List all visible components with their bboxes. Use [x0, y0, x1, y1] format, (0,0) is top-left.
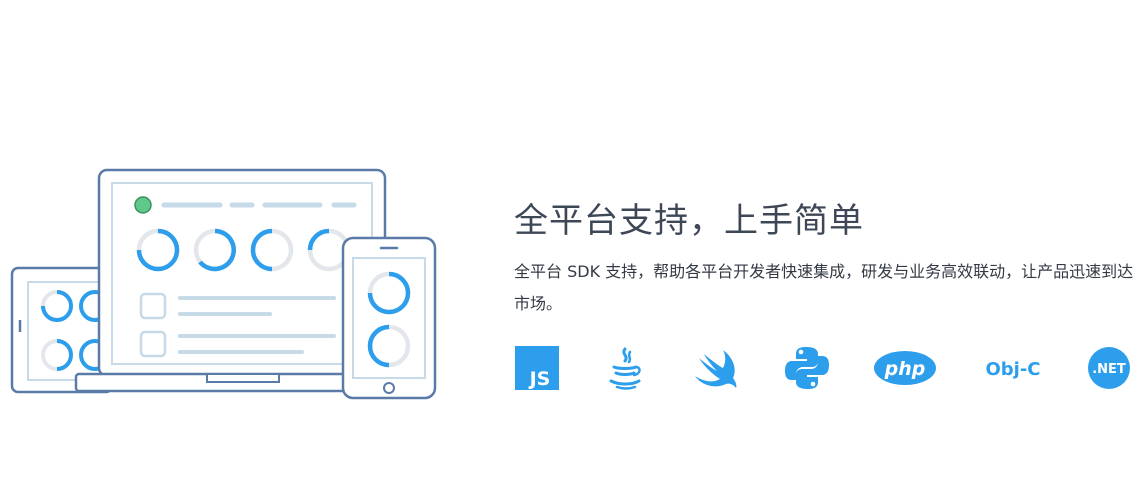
platform-item-objc[interactable]: Obj-C: [978, 344, 1048, 392]
python-icon: [785, 347, 829, 389]
multi-device-illustration: [10, 168, 437, 400]
platform-item-php[interactable]: php: [872, 344, 938, 392]
js-icon-label: JS: [528, 368, 551, 390]
dotnet-icon-label: .NET: [1092, 362, 1126, 377]
objc-icon: Obj-C: [985, 359, 1040, 380]
phone-illustration: [341, 236, 437, 400]
java-icon: [609, 347, 641, 390]
php-icon: php: [874, 351, 936, 385]
swift-icon: [695, 350, 737, 388]
php-icon-label: php: [884, 358, 926, 380]
section-description: 全平台 SDK 支持，帮助各平台开发者快速集成，研发与业务高效联动，让产品迅速到…: [514, 262, 1134, 313]
feature-section: 全平台支持，上手简单 全平台 SDK 支持，帮助各平台开发者快速集成，研发与业务…: [0, 0, 1140, 491]
platform-item-java[interactable]: [602, 344, 648, 392]
platform-item-dotnet[interactable]: .NET: [1086, 344, 1132, 392]
platform-item-javascript[interactable]: JS: [514, 344, 560, 392]
platform-item-python[interactable]: [782, 344, 832, 392]
objc-icon-label: Obj-C: [985, 359, 1040, 380]
dotnet-icon: .NET: [1088, 347, 1130, 389]
section-title: 全平台支持，上手简单: [514, 201, 864, 241]
platform-item-swift[interactable]: [692, 344, 742, 392]
js-icon: JS: [515, 346, 559, 390]
